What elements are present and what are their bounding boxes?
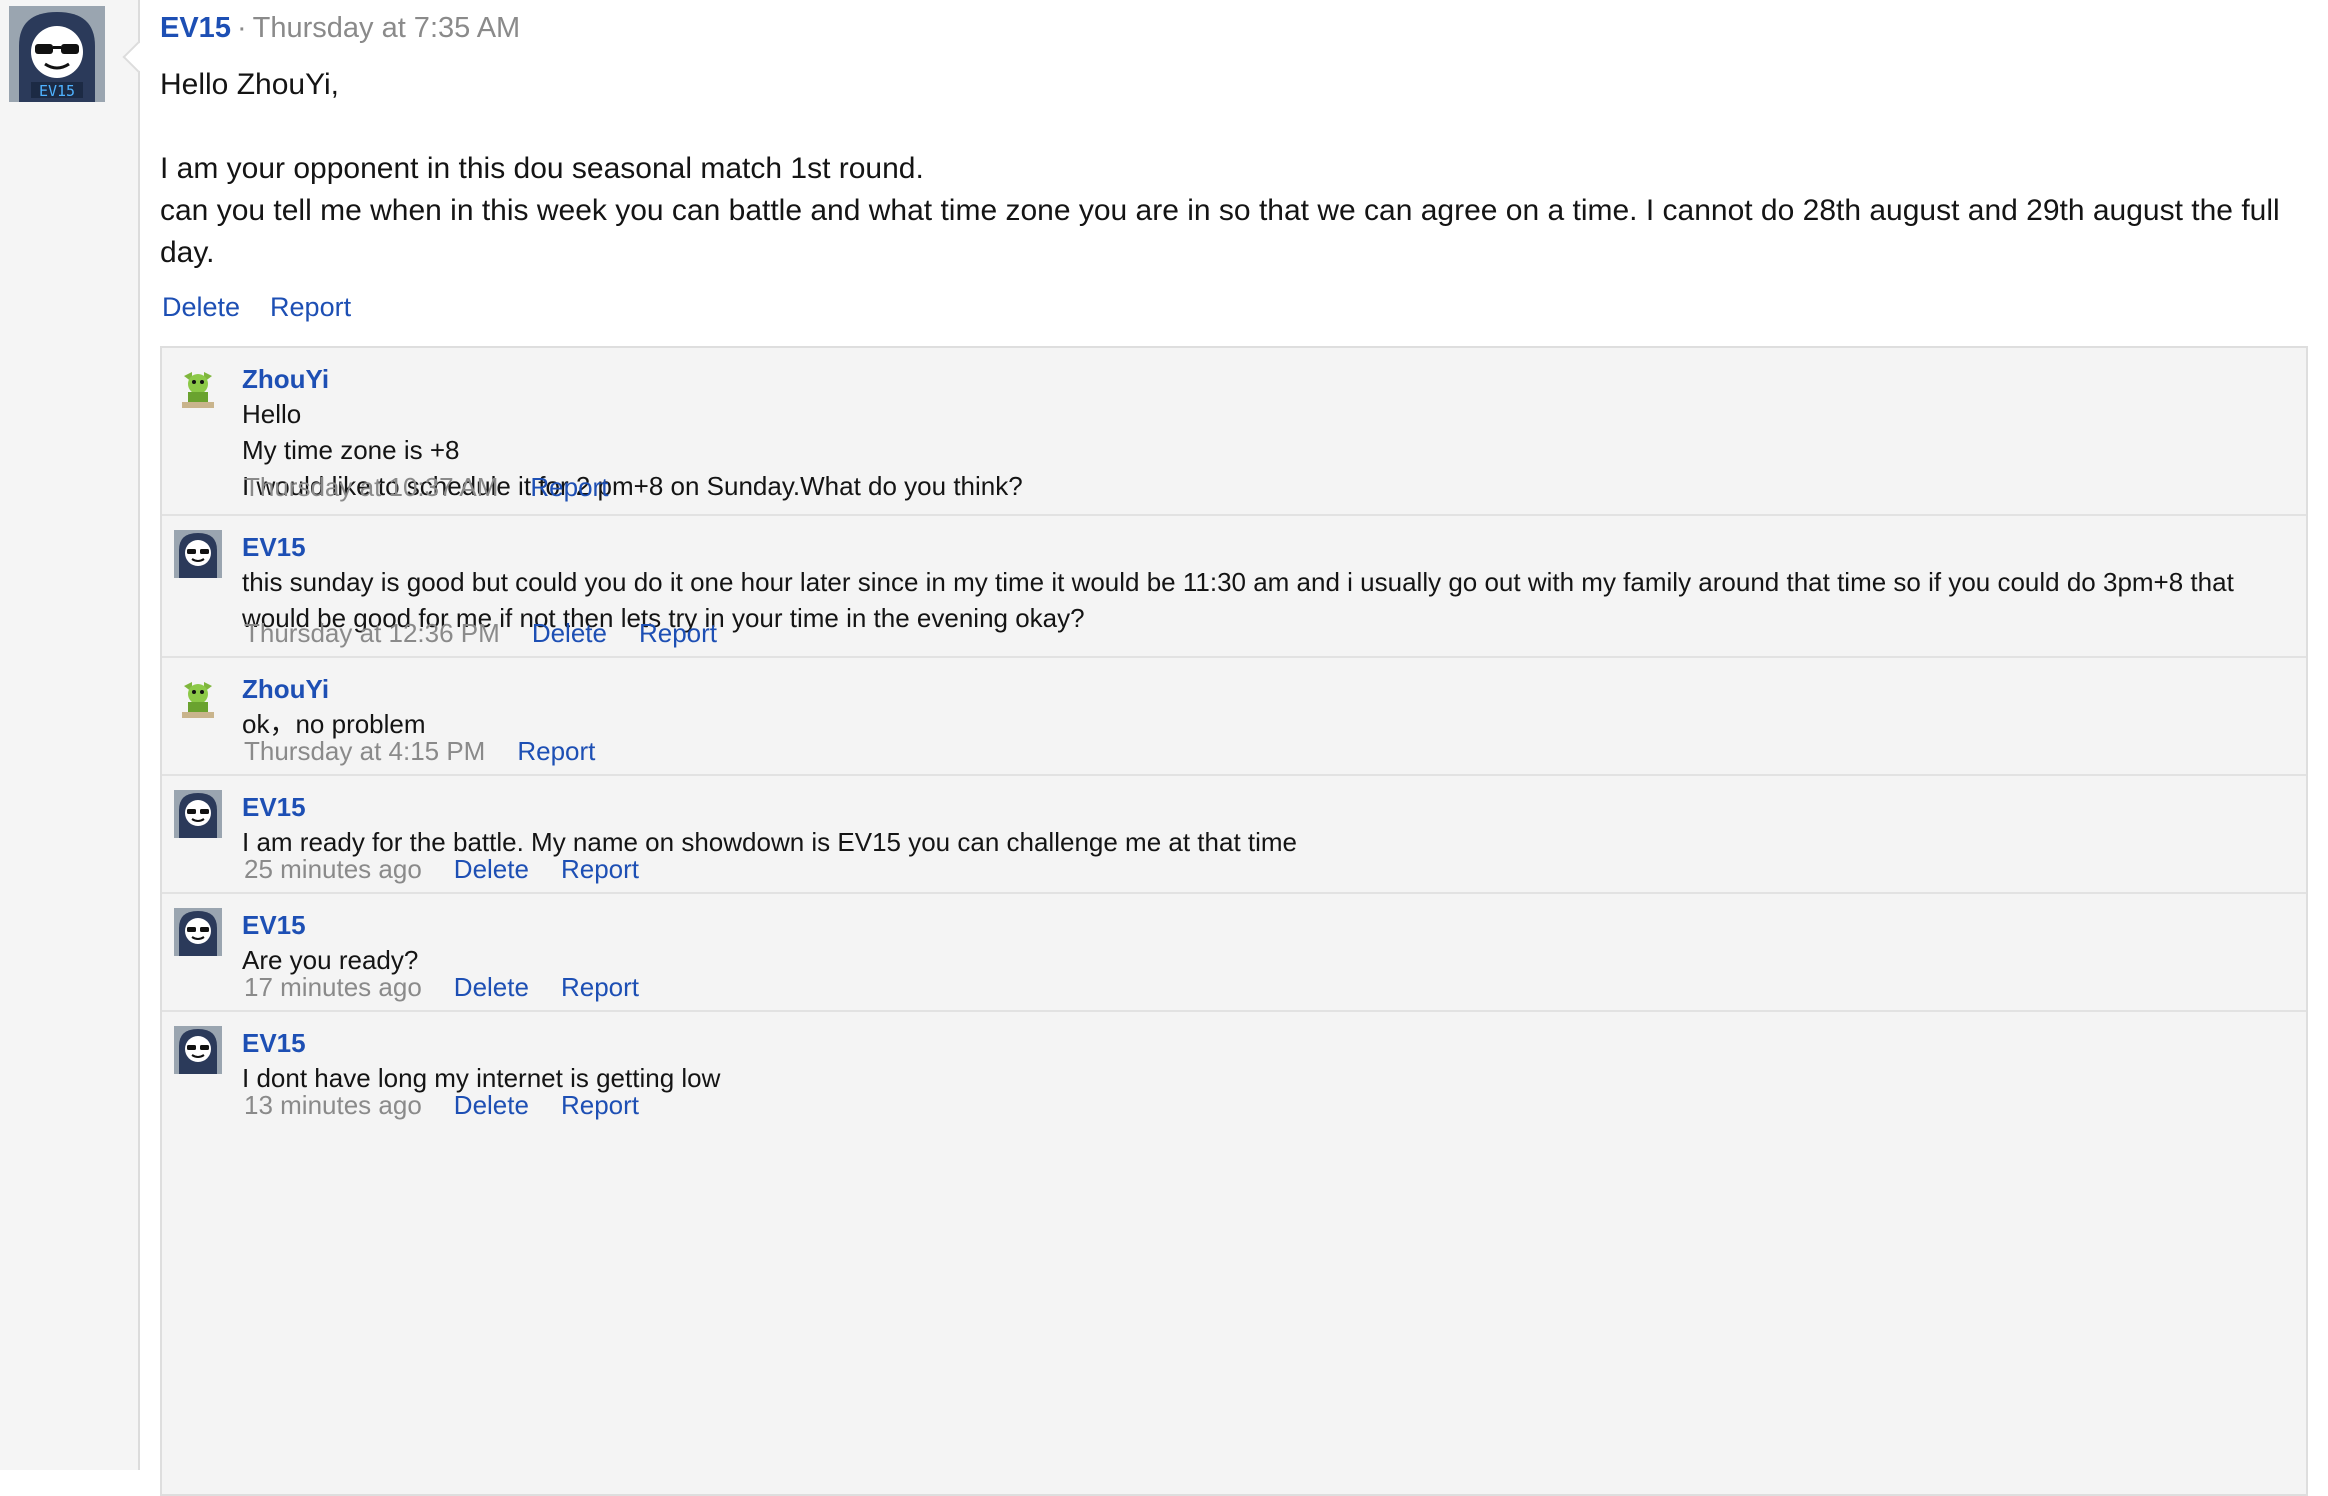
reply-timestamp[interactable]: Thursday at 12:36 PM (244, 618, 500, 648)
report-link[interactable]: Report (270, 292, 351, 322)
zhouyi-avatar[interactable] (174, 362, 222, 410)
report-link[interactable]: Report (530, 472, 608, 502)
post-line: can you tell me when in this week you ca… (160, 194, 2280, 269)
hooded-figure-icon (174, 1026, 222, 1074)
reply-item: EV15 I am ready for the battle. My name … (162, 776, 2306, 894)
goblin-icon (174, 672, 222, 720)
bubble-arrow (122, 41, 154, 73)
reply-list: ZhouYi Hello My time zone is +8 I would … (160, 346, 2308, 1496)
svg-text:EV15: EV15 (39, 82, 75, 100)
report-link[interactable]: Report (561, 972, 639, 1002)
delete-link[interactable]: Delete (454, 1090, 529, 1120)
reply-timestamp[interactable]: Thursday at 4:15 PM (244, 736, 485, 766)
reply-item: ZhouYi ok，no problem Thursday at 4:15 PM… (162, 658, 2306, 776)
delete-link[interactable]: Delete (532, 618, 607, 648)
report-link[interactable]: Report (639, 618, 717, 648)
reply-meta: 13 minutes ago Delete Report (244, 1088, 671, 1122)
reply-author[interactable]: ZhouYi (242, 362, 2276, 396)
post-author[interactable]: EV15 (160, 12, 231, 44)
hooded-figure-icon: EV15 (9, 6, 105, 102)
hooded-figure-icon (174, 530, 222, 578)
reply-item: EV15 Are you ready? 17 minutes ago Delete… (162, 894, 2306, 1012)
report-link[interactable]: Report (561, 854, 639, 884)
ev15-avatar[interactable] (174, 908, 222, 956)
delete-link[interactable]: Delete (162, 292, 240, 322)
reply-meta: Thursday at 12:36 PM Delete Report (244, 616, 749, 650)
reply-author[interactable]: EV15 (242, 530, 2276, 564)
reply-line: Hello (242, 399, 302, 429)
reply-item: EV15 this sunday is good but could you d… (162, 516, 2306, 658)
reply-author[interactable]: EV15 (242, 790, 2276, 824)
reply-author[interactable]: ZhouYi (242, 672, 2276, 706)
reply-meta: Thursday at 10:37 AM Report (244, 470, 640, 504)
reply-meta: Thursday at 4:15 PM Report (244, 734, 627, 768)
post-actions: Delete Report (162, 292, 381, 323)
reply-meta: 25 minutes ago Delete Report (244, 852, 671, 886)
reply-content: ZhouYi ok，no problem (242, 672, 2276, 742)
ev15-avatar[interactable] (174, 1026, 222, 1074)
reply-content: EV15 I dont have long my internet is get… (242, 1026, 2276, 1096)
reply-timestamp[interactable]: 25 minutes ago (244, 854, 422, 884)
hooded-figure-icon (174, 790, 222, 838)
report-link[interactable]: Report (517, 736, 595, 766)
reply-timestamp[interactable]: Thursday at 10:37 AM (244, 472, 498, 502)
post-line: Hello ZhouYi, (160, 68, 339, 101)
post-header: EV15 · Thursday at 7:35 AM (160, 12, 520, 45)
reply-meta: 17 minutes ago Delete Report (244, 970, 671, 1004)
report-link[interactable]: Report (561, 1090, 639, 1120)
reply-line: My time zone is +8 (242, 435, 460, 465)
reply-item: ZhouYi Hello My time zone is +8 I would … (162, 348, 2306, 516)
ev15-avatar[interactable]: EV15 (9, 6, 105, 102)
reply-author[interactable]: EV15 (242, 908, 2276, 942)
reply-content: EV15 Are you ready? (242, 908, 2276, 978)
reply-item: EV15 I dont have long my internet is get… (162, 1012, 2306, 1152)
reply-author[interactable]: EV15 (242, 1026, 2276, 1060)
post-line: I am your opponent in this dou seasonal … (160, 152, 924, 185)
post-body: Hello ZhouYi, I am your opponent in this… (160, 64, 2310, 274)
hooded-figure-icon (174, 908, 222, 956)
ev15-avatar[interactable] (174, 530, 222, 578)
reply-content: EV15 I am ready for the battle. My name … (242, 790, 2276, 860)
delete-link[interactable]: Delete (454, 972, 529, 1002)
goblin-icon (174, 362, 222, 410)
zhouyi-avatar[interactable] (174, 672, 222, 720)
reply-timestamp[interactable]: 13 minutes ago (244, 1090, 422, 1120)
reply-timestamp[interactable]: 17 minutes ago (244, 972, 422, 1002)
post-timestamp[interactable]: Thursday at 7:35 AM (253, 12, 521, 44)
header-separator: · (236, 12, 247, 44)
delete-link[interactable]: Delete (454, 854, 529, 884)
left-gutter: EV15 (0, 0, 154, 1470)
ev15-avatar[interactable] (174, 790, 222, 838)
